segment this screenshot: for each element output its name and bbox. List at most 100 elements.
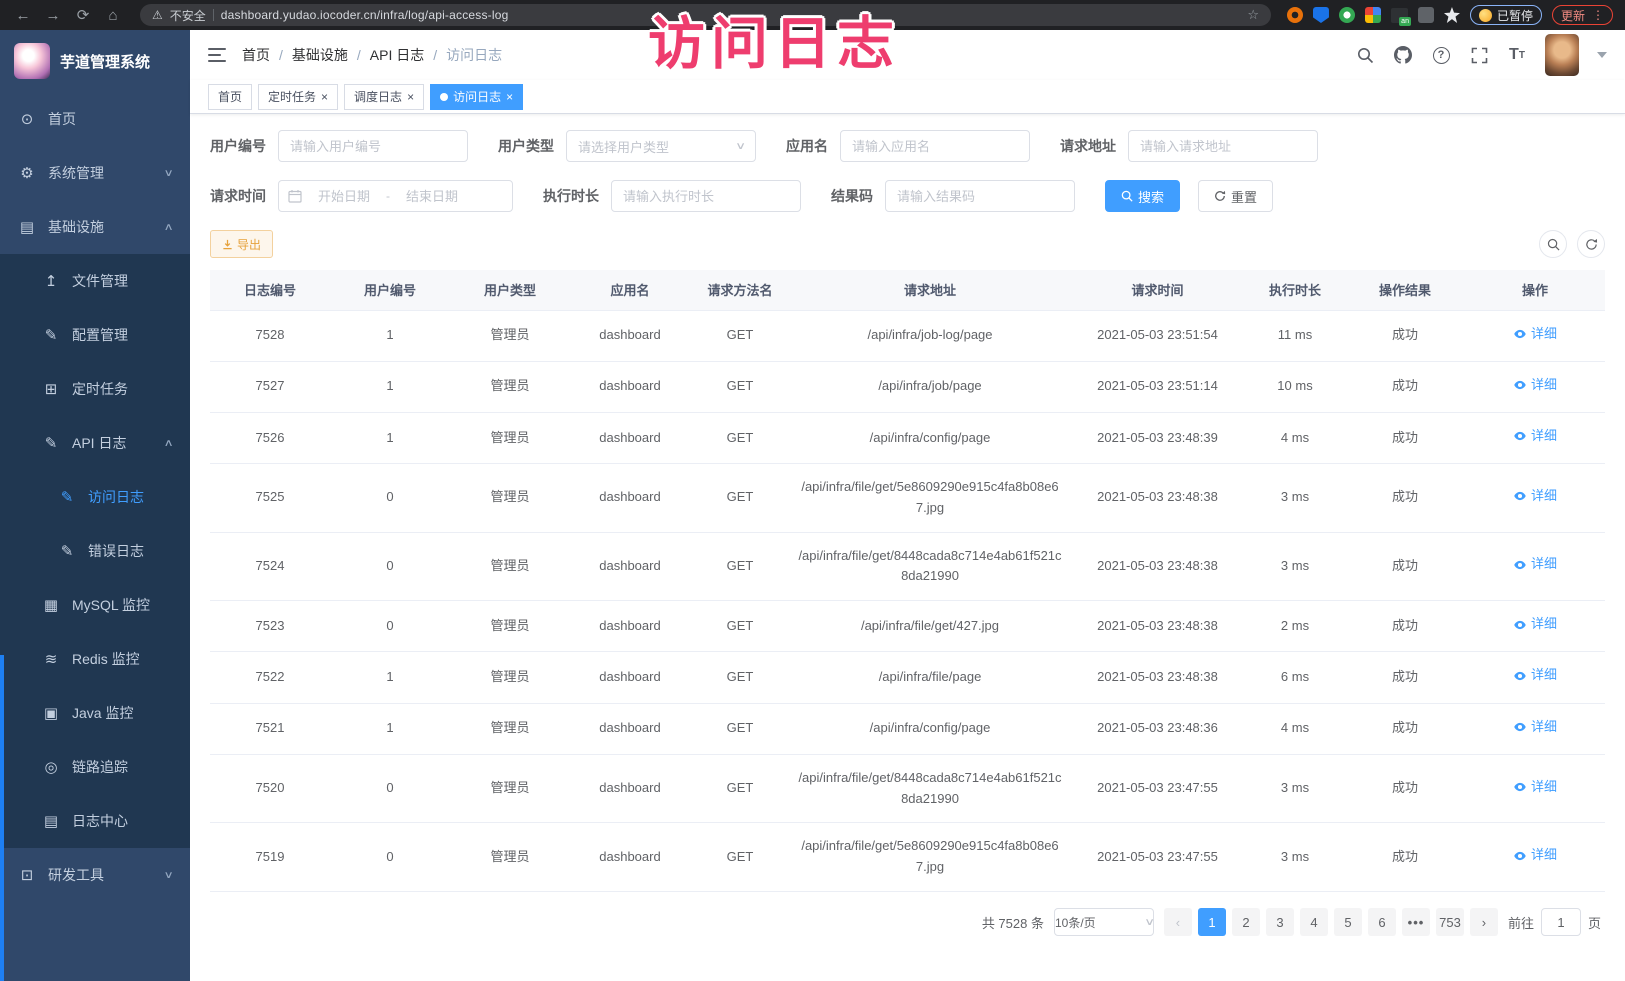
user-id-input[interactable] (278, 130, 468, 162)
address-bar[interactable]: ⚠ 不安全 dashboard.yudao.iocoder.cn/infra/l… (140, 4, 1271, 26)
tag-close-icon[interactable]: × (506, 91, 513, 103)
page-button-6[interactable]: 6 (1368, 908, 1396, 936)
menu-item-label: 链路追踪 (72, 757, 128, 777)
extension-pinwheel-icon[interactable] (1444, 7, 1460, 23)
next-page-button[interactable]: › (1470, 908, 1498, 936)
browser-menu-icon[interactable]: ⋮ (1592, 8, 1604, 22)
export-button[interactable]: 导出 (210, 230, 273, 258)
tag-close-icon[interactable]: × (321, 91, 328, 103)
breadcrumb-item[interactable]: 首页 (242, 45, 270, 65)
detail-link[interactable]: 详细 (1513, 665, 1557, 686)
sidebar-menu-item[interactable]: ◎ 链路追踪 (0, 740, 190, 794)
breadcrumb-item[interactable]: API 日志 (370, 45, 424, 65)
download-icon (222, 239, 233, 250)
help-icon[interactable]: ? (1431, 45, 1451, 65)
browser-extensions: an 已暂停 更新 ⋮ (1287, 5, 1613, 25)
extension-puzzle-icon[interactable] (1418, 7, 1434, 23)
cell-app: dashboard (570, 754, 690, 823)
detail-link-label: 详细 (1531, 665, 1557, 686)
page-button-4[interactable]: 4 (1300, 908, 1328, 936)
tag-item[interactable]: 调度日志 × (344, 84, 424, 110)
start-date-input[interactable] (308, 189, 380, 204)
sidebar-menu-item[interactable]: ▦ MySQL 监控 (0, 578, 190, 632)
sidebar-menu-item[interactable]: ▣ Java 监控 (0, 686, 190, 740)
duration-input[interactable] (611, 180, 801, 212)
request-url-input[interactable] (1128, 130, 1318, 162)
reset-button[interactable]: 重置 (1198, 180, 1273, 212)
extension-grid-icon[interactable] (1365, 7, 1381, 23)
menu-item-label: 日志中心 (72, 811, 128, 831)
sidebar-menu-item[interactable]: ⊞ 定时任务 (0, 362, 190, 416)
cell-method: GET (690, 754, 790, 823)
sidebar-menu-item[interactable]: ▤ 基础设施 ∧ (0, 200, 190, 254)
sidebar-menu-item[interactable]: ✎ 配置管理 (0, 308, 190, 362)
tag-item[interactable]: 访问日志 × (430, 84, 523, 110)
breadcrumb-item[interactable]: 基础设施 (292, 45, 348, 65)
range-separator: - (386, 189, 390, 203)
detail-link[interactable]: 详细 (1513, 486, 1557, 507)
sidebar-menu-item[interactable]: ✎ 访问日志 (0, 470, 190, 524)
tag-item[interactable]: 首页 (208, 84, 252, 110)
header-search-icon[interactable] (1355, 45, 1375, 65)
show-search-toggle-button[interactable] (1539, 230, 1567, 258)
sidebar-menu-item[interactable]: ≋ Redis 监控 (0, 632, 190, 686)
end-date-input[interactable] (396, 189, 468, 204)
detail-link[interactable]: 详细 (1513, 777, 1557, 798)
sidebar-menu-item[interactable]: ⊙ 首页 (0, 92, 190, 146)
refresh-table-button[interactable] (1577, 230, 1605, 258)
page-size-select[interactable]: 10条/页 ∨ (1054, 908, 1154, 936)
eye-icon (1513, 720, 1527, 734)
page-button-5[interactable]: 5 (1334, 908, 1362, 936)
sidebar-menu-item[interactable]: ⊡ 研发工具 ∨ (0, 848, 190, 902)
page-button-753[interactable]: 753 (1436, 908, 1464, 936)
search-button[interactable]: 搜索 (1105, 180, 1180, 212)
calendar-icon (288, 189, 302, 203)
tag-item[interactable]: 定时任务 × (258, 84, 338, 110)
sidebar-menu-item[interactable]: ✎ 错误日志 (0, 524, 190, 578)
user-type-select[interactable]: 请选择用户类型 ∨ (566, 130, 756, 162)
detail-link[interactable]: 详细 (1513, 845, 1557, 866)
page-ellipsis[interactable]: ••• (1402, 908, 1430, 936)
refresh-icon (1214, 190, 1226, 202)
browser-chrome: ← → ⟳ ⌂ ⚠ 不安全 dashboard.yudao.iocoder.cn… (0, 0, 1625, 30)
app-name-input[interactable] (840, 130, 1030, 162)
detail-link[interactable]: 详细 (1513, 554, 1557, 575)
prev-page-button[interactable]: ‹ (1164, 908, 1192, 936)
detail-link[interactable]: 详细 (1513, 614, 1557, 635)
detail-link-label: 详细 (1531, 614, 1557, 635)
extension-orange-icon[interactable] (1287, 7, 1303, 23)
page-button-1[interactable]: 1 (1198, 908, 1226, 936)
sidebar-menu-item[interactable]: ↥ 文件管理 (0, 254, 190, 308)
extension-green-icon[interactable] (1339, 7, 1355, 23)
sidebar-menu-item[interactable]: ✎ API 日志 ∧ (0, 416, 190, 470)
user-menu-caret-icon[interactable] (1597, 52, 1607, 58)
user-avatar[interactable] (1545, 34, 1579, 76)
github-icon[interactable] (1393, 45, 1413, 65)
font-size-icon[interactable]: TT (1507, 45, 1527, 65)
sidebar-menu-item[interactable]: ▤ 日志中心 (0, 794, 190, 848)
tag-close-icon[interactable]: × (407, 91, 414, 103)
date-range-picker[interactable]: - (278, 180, 513, 212)
browser-reload-icon[interactable]: ⟳ (72, 6, 94, 24)
hamburger-icon[interactable] (208, 48, 226, 62)
sidebar-menu-item[interactable]: ⚙ 系统管理 ∨ (0, 146, 190, 200)
extension-an-icon[interactable]: an (1391, 8, 1408, 23)
fullscreen-icon[interactable] (1469, 45, 1489, 65)
detail-link[interactable]: 详细 (1513, 324, 1557, 345)
detail-link[interactable]: 详细 (1513, 717, 1557, 738)
app-logo[interactable]: 芋道管理系统 (0, 30, 190, 92)
detail-link[interactable]: 详细 (1513, 426, 1557, 447)
page-button-2[interactable]: 2 (1232, 908, 1260, 936)
paused-pill[interactable]: 已暂停 (1470, 5, 1542, 25)
browser-forward-icon[interactable]: → (42, 7, 64, 24)
page-button-3[interactable]: 3 (1266, 908, 1294, 936)
browser-home-icon[interactable]: ⌂ (102, 7, 124, 24)
browser-back-icon[interactable]: ← (12, 7, 34, 24)
cell-duration: 4 ms (1245, 703, 1345, 754)
result-code-input[interactable] (885, 180, 1075, 212)
goto-page-input[interactable] (1541, 908, 1581, 936)
detail-link[interactable]: 详细 (1513, 375, 1557, 396)
extension-shield-icon[interactable] (1313, 7, 1329, 23)
browser-update-button[interactable]: 更新 ⋮ (1552, 5, 1613, 25)
bookmark-star-icon[interactable]: ☆ (1247, 7, 1259, 23)
